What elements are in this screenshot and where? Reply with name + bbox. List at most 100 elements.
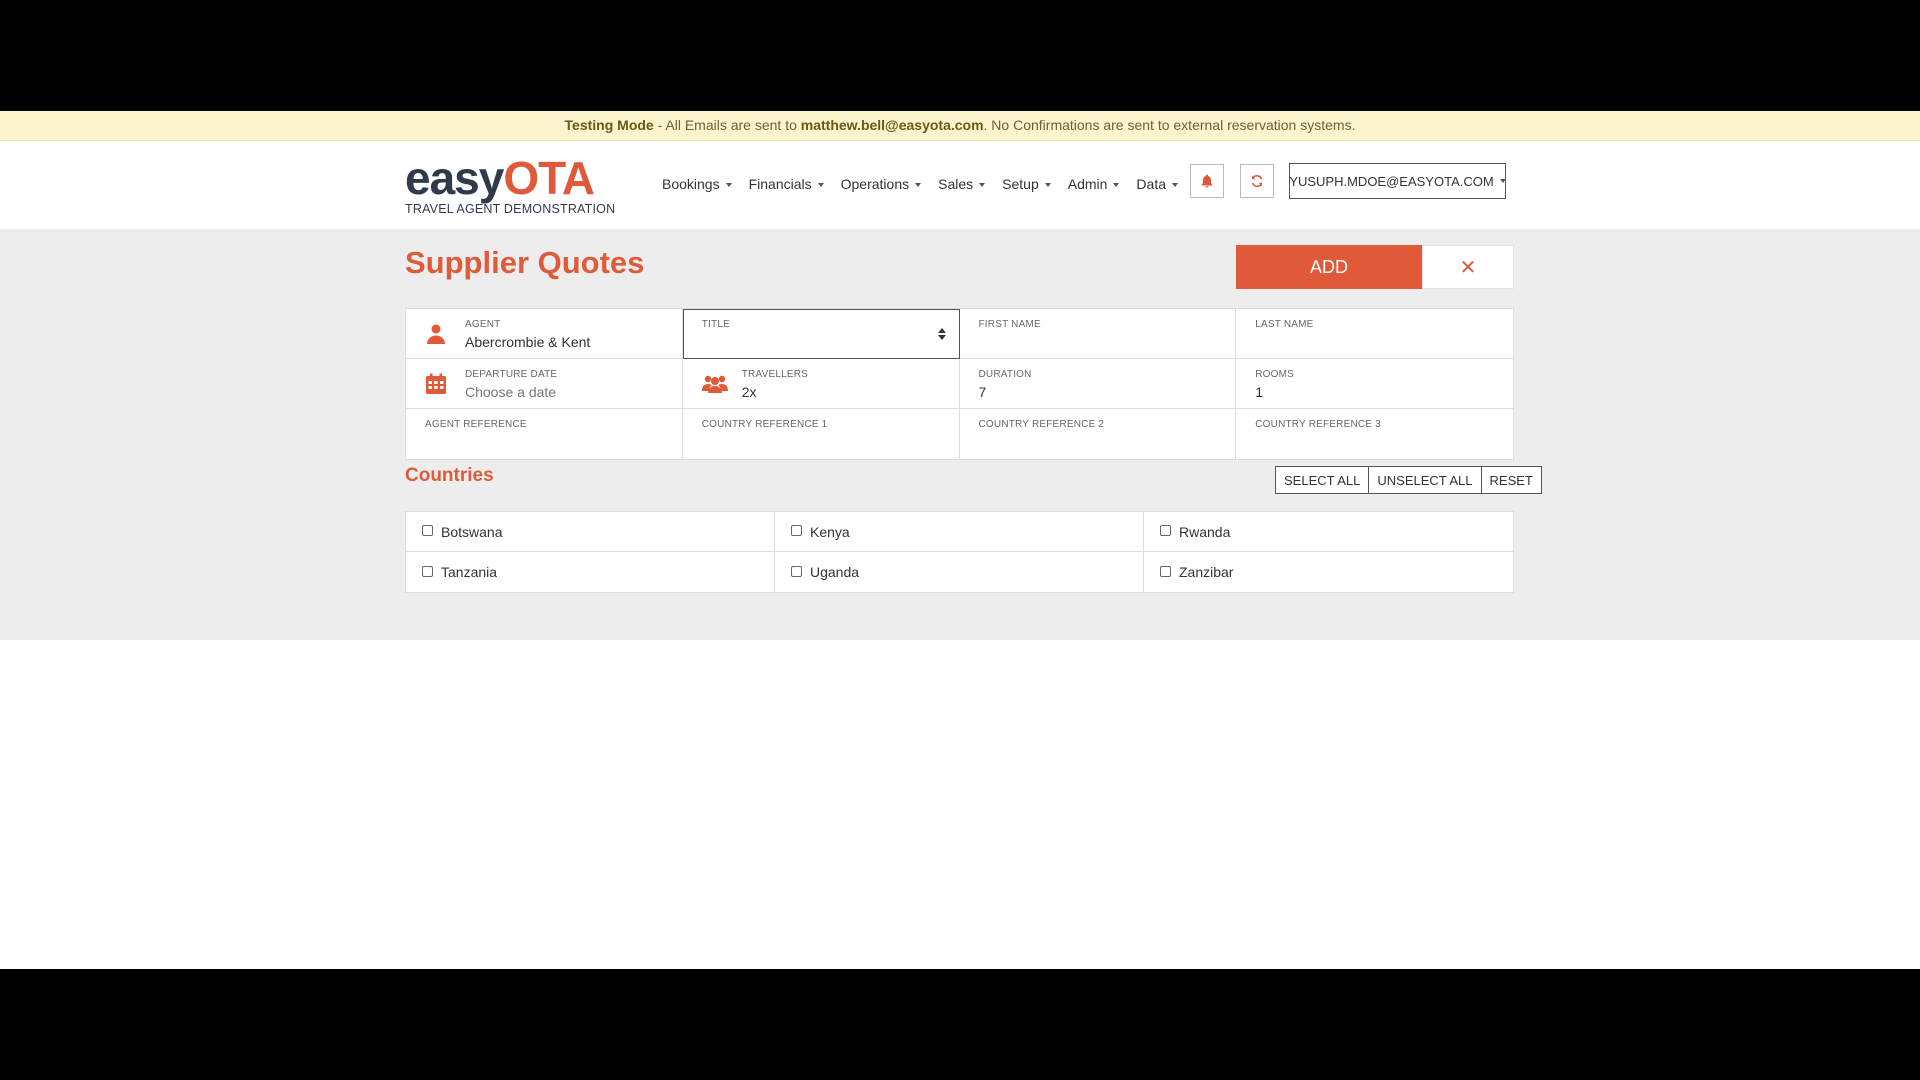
agent-label: AGENT — [465, 319, 501, 330]
checkbox[interactable] — [422, 525, 433, 536]
agent-value: Abercrombie & Kent — [465, 334, 591, 350]
refresh-icon — [1251, 174, 1263, 188]
checkbox[interactable] — [1160, 525, 1171, 536]
country-rwanda[interactable]: Rwanda — [1144, 512, 1513, 552]
caret-down-icon — [915, 183, 922, 188]
nav-sales[interactable]: Sales — [938, 176, 986, 192]
banner-text-before: - All Emails are sent to — [653, 117, 801, 133]
rooms-field[interactable]: ROOMS 1 — [1236, 359, 1513, 409]
caret-down-icon — [725, 183, 732, 188]
add-button[interactable]: ADD — [1236, 245, 1422, 289]
country-uganda[interactable]: Uganda — [775, 552, 1144, 592]
duration-value: 7 — [978, 384, 987, 400]
countries-actions: SELECT ALL UNSELECT ALL RESET — [1275, 466, 1542, 494]
logo-wordmark: easyOTA — [405, 155, 605, 201]
country-reference-1-field[interactable]: COUNTRY REFERENCE 1 — [682, 409, 960, 459]
countries-heading: Countries — [405, 465, 494, 486]
reset-button[interactable]: RESET — [1480, 466, 1542, 494]
nav-operations[interactable]: Operations — [840, 176, 922, 192]
first-name-label: FIRST NAME — [978, 319, 1041, 330]
rooms-value: 1 — [1255, 384, 1264, 400]
country-label: Kenya — [810, 523, 850, 540]
first-name-field[interactable]: FIRST NAME — [959, 309, 1237, 359]
country-reference-2-field[interactable]: COUNTRY REFERENCE 2 — [959, 409, 1237, 459]
unselect-all-button[interactable]: UNSELECT ALL — [1368, 466, 1482, 494]
banner-email: matthew.bell@easyota.com — [800, 117, 984, 133]
title-select[interactable]: TITLE — [682, 309, 960, 359]
agent-reference-label: AGENT REFERENCE — [425, 419, 527, 430]
departure-date-label: DEPARTURE DATE — [465, 369, 558, 380]
travellers-value: 2x — [741, 384, 757, 400]
country-reference-2-label: COUNTRY REFERENCE 2 — [978, 419, 1105, 430]
sort-icon — [937, 328, 946, 340]
nav-setup[interactable]: Setup — [1002, 176, 1051, 192]
app-window: Testing Mode - All Emails are sent to ma… — [0, 111, 1920, 969]
nav-financials-label: Financials — [748, 176, 812, 192]
refresh-button[interactable] — [1240, 164, 1274, 198]
calendar-icon — [426, 373, 446, 394]
travellers-field[interactable]: TRAVELLERS 2x — [682, 359, 960, 409]
caret-down-icon — [817, 183, 824, 188]
testing-mode-banner: Testing Mode - All Emails are sent to ma… — [0, 111, 1920, 141]
country-label: Rwanda — [1179, 523, 1231, 540]
last-name-label: LAST NAME — [1255, 319, 1314, 330]
country-label: Tanzania — [441, 564, 498, 580]
nav-data-label: Data — [1136, 176, 1166, 192]
country-label: Zanzibar — [1179, 564, 1234, 580]
checkbox[interactable] — [1160, 565, 1171, 577]
caret-down-icon — [979, 183, 986, 188]
nav-bookings[interactable]: Bookings — [662, 176, 732, 192]
select-all-button[interactable]: SELECT ALL — [1275, 466, 1370, 494]
main-nav: Bookings Financials Operations Sales Set… — [662, 176, 1195, 192]
rooms-label: ROOMS — [1255, 369, 1295, 380]
agent-reference-field[interactable]: AGENT REFERENCE — [406, 409, 683, 459]
nav-sales-label: Sales — [938, 176, 974, 192]
departure-date-field[interactable]: DEPARTURE DATE Choose a date — [406, 359, 683, 409]
banner-mode: Testing Mode — [564, 117, 654, 133]
country-label: Uganda — [810, 564, 860, 580]
user-menu-button[interactable]: YUSUPH.MDOE@EASYOTA.COM — [1289, 163, 1506, 199]
top-header: easyOTA TRAVEL AGENT DEMONSTRATION Booki… — [0, 141, 1920, 230]
nav-setup-label: Setup — [1002, 176, 1039, 192]
nav-data[interactable]: Data — [1136, 176, 1178, 192]
last-name-field[interactable]: LAST NAME — [1236, 309, 1513, 359]
users-icon — [701, 375, 728, 393]
caret-down-icon — [1172, 183, 1178, 188]
checkbox[interactable] — [791, 565, 802, 577]
nav-admin[interactable]: Admin — [1068, 176, 1120, 192]
logo-easy: easy — [405, 152, 504, 204]
country-reference-1-label: COUNTRY REFERENCE 1 — [701, 419, 828, 430]
caret-down-icon — [1044, 183, 1051, 188]
country-kenya[interactable]: Kenya — [775, 512, 1144, 552]
country-reference-3-field[interactable]: COUNTRY REFERENCE 3 — [1236, 409, 1513, 459]
close-button[interactable]: ✕ — [1422, 245, 1514, 289]
caret-down-icon — [1499, 179, 1506, 183]
page-title: Supplier Quotes — [405, 245, 645, 280]
nav-admin-label: Admin — [1067, 176, 1108, 192]
nav-bookings-label: Bookings — [662, 176, 720, 192]
agent-field[interactable]: AGENT Abercrombie & Kent — [406, 309, 683, 359]
user-email: YUSUPH.MDOE@EASYOTA.COM — [1289, 173, 1494, 189]
title-label: TITLE — [701, 319, 730, 330]
user-icon — [427, 324, 445, 344]
travellers-label: TRAVELLERS — [741, 369, 809, 380]
checkbox[interactable] — [791, 525, 802, 536]
nav-financials[interactable]: Financials — [749, 176, 824, 192]
nav-operations-label: Operations — [840, 176, 910, 192]
checkbox[interactable] — [422, 565, 433, 577]
notifications-button[interactable] — [1190, 164, 1224, 198]
duration-field[interactable]: DURATION 7 — [959, 359, 1237, 409]
logo-subtitle: TRAVEL AGENT DEMONSTRATION — [405, 202, 616, 216]
countries-grid: Botswana Kenya Rwanda Tanzania Uganda Za… — [405, 511, 1514, 593]
bell-icon — [1201, 174, 1213, 188]
country-label: Botswana — [441, 523, 503, 540]
departure-date-placeholder: Choose a date — [465, 384, 557, 400]
country-botswana[interactable]: Botswana — [406, 512, 775, 552]
duration-label: DURATION — [978, 369, 1032, 380]
logo[interactable]: easyOTA TRAVEL AGENT DEMONSTRATION — [405, 155, 616, 216]
country-tanzania[interactable]: Tanzania — [406, 552, 775, 592]
country-reference-3-label: COUNTRY REFERENCE 3 — [1255, 419, 1381, 430]
country-zanzibar[interactable]: Zanzibar — [1144, 552, 1513, 592]
caret-down-icon — [1113, 183, 1120, 188]
banner-text-after: . No Confirmations are sent to external … — [983, 117, 1356, 133]
